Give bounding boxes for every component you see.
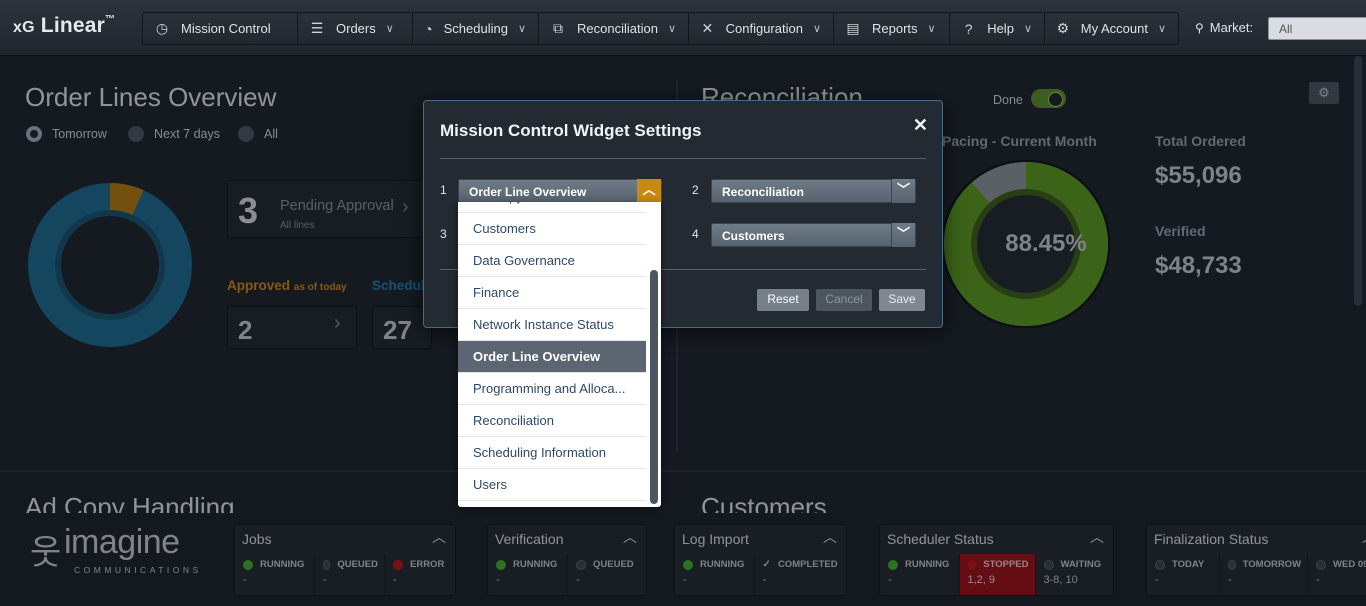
nav-help[interactable]: ? Help ∨ <box>950 12 1045 45</box>
modal-title: Mission Control Widget Settings <box>440 121 702 140</box>
dropdown-option[interactable]: Order Line Overview <box>458 341 646 373</box>
app-logo[interactable]: xG Linear™ <box>13 14 115 38</box>
nav-label: Orders <box>336 21 376 36</box>
tools-icon: ✕ <box>701 20 714 36</box>
chevron-down-icon: ∨ <box>517 23 526 35</box>
slot-1-value: Order Line Overview <box>469 185 587 199</box>
logo-prefix: xG <box>13 19 35 36</box>
nav-label: My Account <box>1080 21 1148 36</box>
chevron-down-icon: ∨ <box>1157 23 1166 35</box>
slot-2-number: 2 <box>692 183 699 197</box>
modal-divider <box>440 158 926 159</box>
logo-name: Linear <box>40 14 106 37</box>
dropdown-option[interactable]: Programming and Alloca... <box>458 373 646 405</box>
database-icon: ☰ <box>310 20 324 36</box>
nav-my-account[interactable]: ⚙ My Account ∨ <box>1045 12 1179 45</box>
dropdown-option[interactable]: Users <box>458 469 646 501</box>
nav-orders[interactable]: ☰ Orders ∨ <box>298 12 413 45</box>
nav-mission-control[interactable]: ◷ Mission Control <box>142 12 298 45</box>
gear-icon: ⚙ <box>1056 20 1070 36</box>
dropdown-option[interactable]: Finance <box>458 277 646 309</box>
reset-button[interactable]: Reset <box>757 289 809 311</box>
market-label-text: Market: <box>1209 20 1254 35</box>
slot-3-number: 3 <box>440 227 447 241</box>
save-button[interactable]: Save <box>879 289 925 311</box>
top-nav: xG Linear™ ◷ Mission Control ☰ Orders ∨ ◔ Sche… <box>0 0 1366 56</box>
nav-reconciliation[interactable]: ⧉ Reconciliation ∨ <box>539 12 689 45</box>
chevron-down-icon: ∨ <box>927 23 936 35</box>
nav-label: Configuration <box>725 21 803 36</box>
chevron-up-icon[interactable]: ︿ <box>637 179 661 203</box>
market-label: ⚲ Market: <box>1195 20 1253 35</box>
reconcile-icon: ⧉ <box>553 20 563 36</box>
widget-dropdown-list: Ad CopyCustomersData GovernanceFinanceNe… <box>458 202 661 507</box>
clock-icon: ◔ <box>424 20 433 37</box>
map-pin-icon: ⚲ <box>1195 21 1204 35</box>
nav-configuration[interactable]: ✕ Configuration ∨ <box>689 12 834 45</box>
dropdown-items: Ad CopyCustomersData GovernanceFinanceNe… <box>458 202 646 501</box>
cancel-button[interactable]: Cancel <box>816 289 872 311</box>
market-select[interactable]: All <box>1268 17 1366 40</box>
nav-label: Reports <box>872 21 918 36</box>
nav-reports[interactable]: ▤ Reports ∨ <box>834 12 950 45</box>
dropdown-option[interactable]: Ad Copy <box>458 202 646 213</box>
chevron-down-icon[interactable]: ﹀ <box>891 223 915 247</box>
chevron-down-icon[interactable]: ﹀ <box>891 179 915 203</box>
dropdown-option[interactable]: Scheduling Information <box>458 437 646 469</box>
logo-tm: ™ <box>105 14 116 25</box>
nav-label: Reconciliation <box>577 21 658 36</box>
chevron-down-icon: ∨ <box>385 23 394 35</box>
close-icon[interactable]: ✕ <box>913 115 928 136</box>
slot-4-select[interactable]: Customers ﹀ <box>711 223 916 247</box>
slot-2-value: Reconciliation <box>722 185 805 199</box>
dropdown-scrollbar[interactable] <box>650 270 658 504</box>
nav-label: Mission Control <box>181 21 271 36</box>
document-icon: ▤ <box>846 20 860 36</box>
slot-1-select[interactable]: Order Line Overview ︿ <box>458 179 662 203</box>
nav-label: Help <box>987 21 1014 36</box>
question-icon: ? <box>964 20 973 37</box>
slot-4-value: Customers <box>722 229 785 243</box>
dropdown-option[interactable]: Customers <box>458 213 646 245</box>
slot-2-select[interactable]: Reconciliation ﹀ <box>711 179 916 203</box>
nav-scheduling[interactable]: ◔ Scheduling ∨ <box>413 12 539 45</box>
dropdown-option[interactable]: Data Governance <box>458 245 646 277</box>
main-menu: ◷ Mission Control ☰ Orders ∨ ◔ Scheduling ∨ ⧉ Rec… <box>142 12 1179 45</box>
slot-4-number: 4 <box>692 227 699 241</box>
dropdown-option[interactable]: Network Instance Status <box>458 309 646 341</box>
chevron-down-icon: ∨ <box>1023 23 1032 35</box>
nav-label: Scheduling <box>443 21 508 36</box>
chevron-down-icon: ∨ <box>667 23 676 35</box>
chevron-down-icon: ∨ <box>812 23 821 35</box>
dashboard-icon: ◷ <box>155 20 169 36</box>
dropdown-option[interactable]: Reconciliation <box>458 405 646 437</box>
slot-1-number: 1 <box>440 183 447 197</box>
